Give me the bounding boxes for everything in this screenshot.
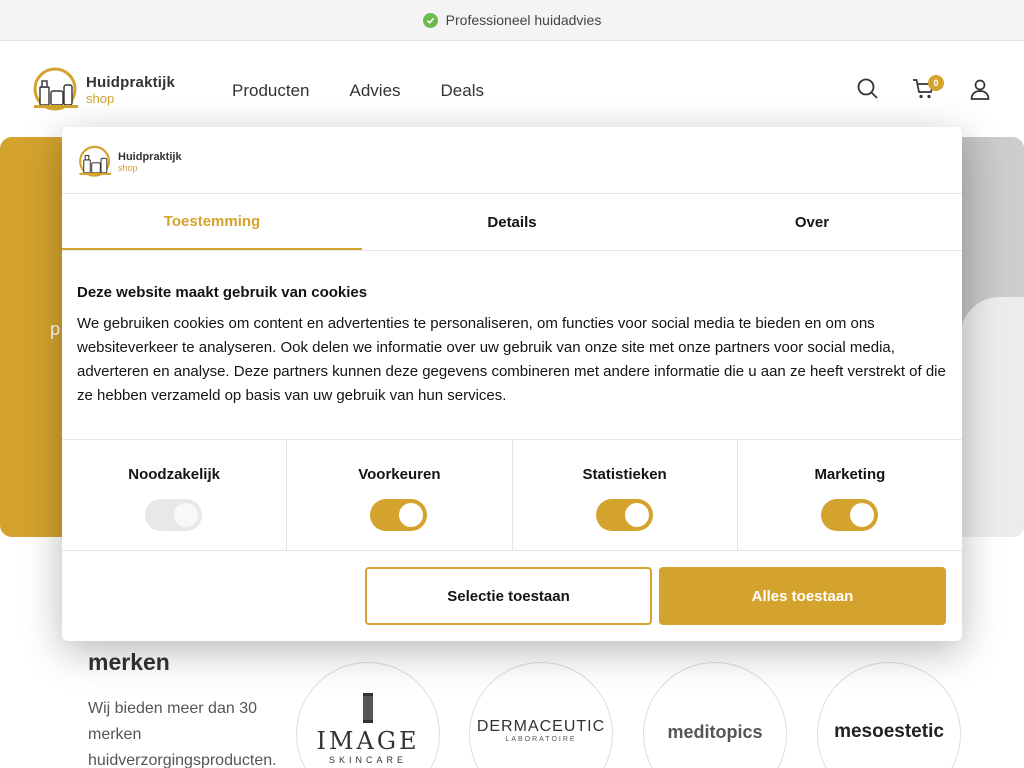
cookie-tabs: Toestemming Details Over <box>62 194 962 250</box>
cookie-consent-dialog: Huidpraktijk shop Toestemming Details Ov… <box>62 127 962 641</box>
allow-all-button[interactable]: Alles toestaan <box>659 567 946 625</box>
brand-label-dermaceutic: DERMACEUTIC <box>476 717 606 735</box>
check-icon <box>422 12 438 28</box>
hero-text: p <box>50 319 61 339</box>
cart-count-badge: 0 <box>928 75 944 91</box>
top-info-text: Professioneel huidadvies <box>445 12 602 28</box>
category-marketing: Marketing <box>738 440 962 550</box>
site-logo[interactable]: Huidpraktijk shop <box>32 67 192 115</box>
main-nav: Producten Advies Deals <box>232 81 484 101</box>
brand-mesoestetic[interactable]: mesoestetic <box>817 662 961 768</box>
search-icon[interactable] <box>856 77 882 103</box>
brand-dermaceutic[interactable]: DERMACEUTIC LABORATOIRE <box>469 662 613 768</box>
brand-meditopics[interactable]: meditopics <box>643 662 787 768</box>
brand-label-meditopics: meditopics <box>667 721 763 742</box>
toggle-knob <box>849 503 874 527</box>
tab-toestemming[interactable]: Toestemming <box>62 194 362 250</box>
divider <box>62 250 962 251</box>
cookie-logo-name: Huidpraktijk <box>118 151 182 163</box>
brand-image-skincare[interactable]: IMAGE SKINCARE <box>296 662 440 768</box>
brands-description: Wij bieden meer dan 30 merken huidverzor… <box>88 700 277 768</box>
brands-title: merken <box>88 649 170 675</box>
category-label: Noodzakelijk <box>128 466 220 483</box>
cookie-categories: Noodzakelijk Voorkeuren Statistieken Mar… <box>62 439 962 551</box>
hero-person-shape <box>960 297 1024 537</box>
tab-over[interactable]: Over <box>662 194 962 250</box>
toggle-statistieken[interactable] <box>595 499 653 531</box>
logo-icon <box>79 145 112 177</box>
toggle-noodzakelijk <box>145 499 203 531</box>
logo-icon <box>33 67 78 111</box>
nav-advies[interactable]: Advies <box>350 81 401 101</box>
category-label: Statistieken <box>582 466 667 483</box>
brand-sub-dermaceutic: LABORATOIRE <box>505 735 577 743</box>
top-info-bar: Professioneel huidadvies <box>0 0 1024 41</box>
site-header: Huidpraktijk shop Producten Advies Deals… <box>0 41 1024 137</box>
logo-name: Huidpraktijk <box>86 74 176 91</box>
image-logo-mark <box>362 693 373 723</box>
cookie-dialog-body: We gebruiken cookies om content en adver… <box>77 315 946 404</box>
toggle-knob <box>174 503 199 527</box>
category-label: Marketing <box>814 466 886 483</box>
brand-sub-image: SKINCARE <box>328 755 407 765</box>
allow-selection-button[interactable]: Selectie toestaan <box>365 567 652 625</box>
cookie-dialog-logo: Huidpraktijk shop <box>78 145 208 181</box>
brand-label-image: IMAGE <box>316 727 420 755</box>
toggle-voorkeuren[interactable] <box>370 499 428 531</box>
logo-subname: shop <box>86 91 115 106</box>
category-voorkeuren: Voorkeuren <box>287 440 513 550</box>
nav-deals[interactable]: Deals <box>441 81 484 101</box>
brand-label-mesoestetic: mesoestetic <box>834 721 944 742</box>
nav-producten[interactable]: Producten <box>232 81 310 101</box>
toggle-marketing[interactable] <box>820 499 878 531</box>
category-statistieken: Statistieken <box>513 440 738 550</box>
tab-details[interactable]: Details <box>362 194 662 250</box>
toggle-knob <box>624 503 649 527</box>
cart-button[interactable]: 0 <box>912 75 944 103</box>
category-label: Voorkeuren <box>358 466 441 483</box>
cookie-dialog-title: Deze website maakt gebruik van cookies <box>77 284 368 301</box>
category-noodzakelijk: Noodzakelijk <box>62 440 288 550</box>
user-icon[interactable] <box>968 77 994 103</box>
cookie-logo-subname: shop <box>118 163 138 173</box>
toggle-knob <box>399 503 424 527</box>
